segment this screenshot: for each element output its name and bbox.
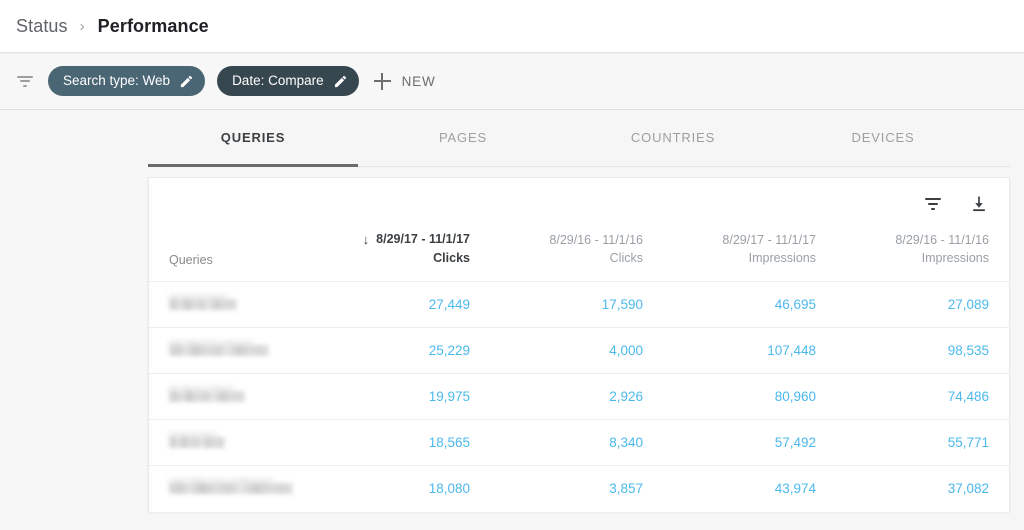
column-header-impressions-previous-metric: Impressions [921,251,989,265]
filter-chip-date[interactable]: Date: Compare [217,66,359,96]
cell-impressions-previous: 37,082 [947,481,989,497]
tab-countries[interactable]: COUNTRIES [568,110,778,167]
column-header-clicks-current-date: ↓ 8/29/17 - 11/1/17 [317,230,470,249]
tab-devices-label: DEVICES [851,130,915,145]
column-header-impressions-current-metric: Impressions [748,251,816,265]
cell-impressions-current: 57,492 [774,435,816,450]
cell-clicks-current: 19,975 [428,389,470,404]
cell-impressions-previous: 98,535 [947,343,989,358]
breadcrumb-parent-status[interactable]: Status [16,16,68,37]
breadcrumb: Status › Performance [0,0,1024,53]
cell-clicks-previous: 17,590 [601,297,643,312]
cell-impressions-current: 46,695 [774,297,816,312]
filter-chip-date-label: Date: Compare [232,73,324,89]
pencil-icon[interactable] [179,74,194,89]
funnel-bar-mid [928,202,938,206]
cell-impressions-previous: 74,486 [947,389,989,404]
column-header-queries-label: Queries [169,253,213,267]
table-row[interactable]: 25,229 4,000 107,448 98,535 [149,327,1009,374]
cell-query-redacted[interactable] [149,466,317,512]
tab-pages[interactable]: PAGES [358,110,568,167]
redaction-bar [169,437,225,448]
cell-clicks-current: 27,449 [428,297,470,312]
redacted-query-blur [169,477,297,500]
cell-query-redacted[interactable] [149,282,317,328]
column-header-clicks-previous-metric: Clicks [609,251,643,265]
cell-clicks-current: 18,080 [428,481,470,497]
table-header-row: Queries ↓ 8/29/17 - 11/1/17 Clicks 8/29/1… [149,230,1009,282]
filter-chip-search-type-label: Search type: Web [63,73,171,89]
funnel-bar-mid [20,80,30,82]
redacted-query-blur [169,293,297,316]
tab-devices[interactable]: DEVICES [778,110,988,167]
redaction-bar [169,345,269,356]
cell-clicks-current: 18,565 [428,435,470,450]
cell-impressions-previous: 27,089 [947,297,989,312]
tab-countries-label: COUNTRIES [630,130,716,145]
tab-queries-label: QUERIES [220,130,286,145]
funnel-bar-top [17,75,33,78]
column-header-clicks-current-metric: Clicks [433,251,470,265]
redacted-query-blur [169,385,297,408]
cell-clicks-current: 25,229 [428,343,470,358]
redacted-query-blur [169,339,297,362]
cell-impressions-previous: 55,771 [947,435,989,450]
funnel-bar-bottom [23,84,27,87]
table-row[interactable]: 18,080 3,857 43,974 37,082 [149,465,1009,512]
add-new-filter-button[interactable]: NEW [373,72,436,90]
table-row[interactable]: 18,565 8,340 57,492 55,771 [149,419,1009,466]
column-header-queries[interactable]: Queries [149,230,317,282]
cell-impressions-current: 80,960 [774,389,816,404]
filter-funnel-icon[interactable] [14,70,36,92]
tab-queries[interactable]: QUERIES [148,110,358,167]
column-header-clicks-current-date-text: 8/29/17 - 11/1/17 [376,232,470,246]
funnel-bar-bottom [931,207,935,211]
filter-table-button[interactable] [923,194,943,214]
breadcrumb-separator-icon: › [79,17,85,35]
redaction-bar [169,483,293,495]
funnel-bar-top [925,197,941,201]
table-body: 27,449 17,590 46,695 27,089 25,229 4,000 107,4… [149,281,1009,512]
add-new-filter-label: NEW [401,73,436,89]
performance-table-card: Queries ↓ 8/29/17 - 11/1/17 Clicks 8/29/1… [148,177,1010,512]
tab-pages-label: PAGES [438,130,488,145]
cell-clicks-previous: 3,857 [609,481,643,497]
cell-query-redacted[interactable] [149,420,317,466]
cell-impressions-current: 43,974 [774,481,816,497]
performance-table: Queries ↓ 8/29/17 - 11/1/17 Clicks 8/29/1… [149,230,1009,512]
cell-clicks-previous: 2,926 [609,389,643,404]
filter-chip-search-type[interactable]: Search type: Web [48,66,206,96]
plus-icon [373,72,391,90]
filter-funnel-icon [923,194,943,214]
cell-query-redacted[interactable] [149,374,317,420]
page-title: Performance [97,15,209,36]
column-header-clicks-previous[interactable]: 8/29/16 - 11/1/16 Clicks [490,230,663,282]
redacted-query-blur [169,431,297,454]
cell-impressions-current: 107,448 [767,343,816,358]
sort-descending-icon: ↓ [362,232,370,247]
download-button[interactable] [969,194,989,214]
download-icon [973,196,985,212]
column-header-impressions-current[interactable]: 8/29/17 - 11/1/17 Impressions [663,230,836,282]
column-header-impressions-current-date: 8/29/17 - 11/1/17 [722,233,816,247]
redaction-bar [169,299,237,310]
cell-query-redacted[interactable] [149,328,317,374]
tab-bar: QUERIES PAGES COUNTRIES DEVICES [0,110,1024,167]
column-header-clicks-previous-date: 8/29/16 - 11/1/16 [549,233,643,247]
column-header-impressions-previous[interactable]: 8/29/16 - 11/1/16 Impressions [836,230,1009,282]
pencil-icon[interactable] [333,74,348,89]
redaction-bar [169,391,245,402]
column-header-impressions-previous-date: 8/29/16 - 11/1/16 [895,233,989,247]
table-row[interactable]: 19,975 2,926 80,960 74,486 [149,373,1009,420]
table-header: Queries ↓ 8/29/17 - 11/1/17 Clicks 8/29/1… [149,230,1009,282]
table-toolbar [149,178,1009,230]
table-row[interactable]: 27,449 17,590 46,695 27,089 [149,281,1009,328]
cell-clicks-previous: 4,000 [609,343,643,358]
cell-clicks-previous: 8,340 [609,435,643,450]
filter-toolbar: Search type: Web Date: Compare NEW [0,53,1024,110]
column-header-clicks-current[interactable]: ↓ 8/29/17 - 11/1/17 Clicks [317,230,490,282]
